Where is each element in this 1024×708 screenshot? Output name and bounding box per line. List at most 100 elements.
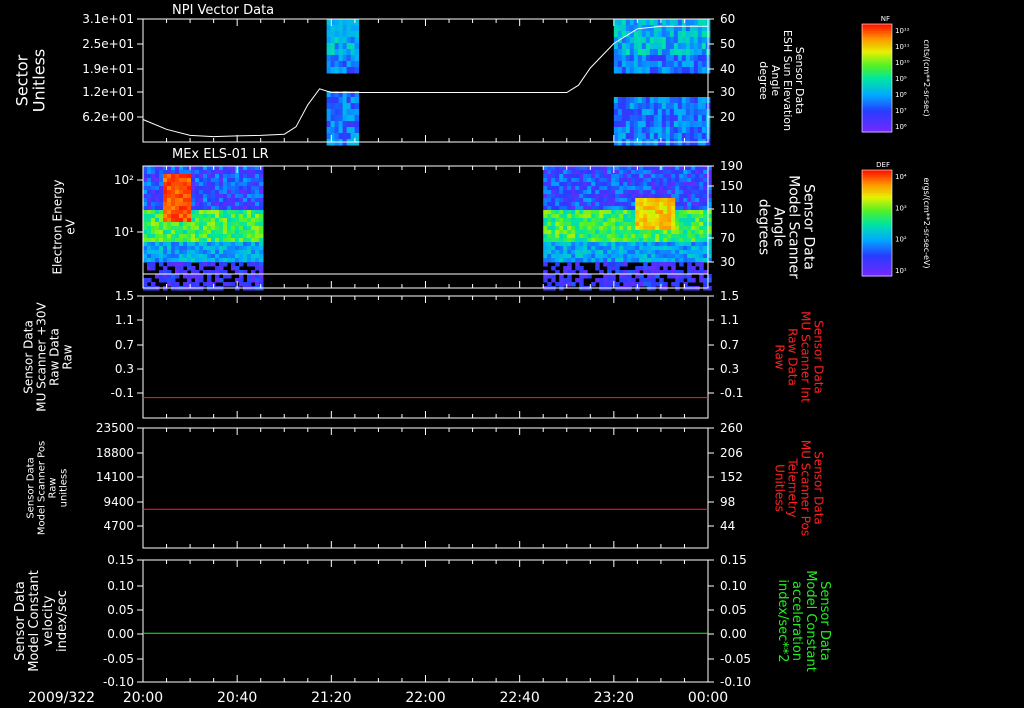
els-cell xyxy=(219,254,224,259)
els-cell xyxy=(187,250,192,255)
left-tick-label: -0.1 xyxy=(111,386,134,400)
npi-cell xyxy=(653,115,659,122)
els-cell xyxy=(567,282,572,287)
npi-cell xyxy=(689,97,695,104)
els-cell xyxy=(555,258,560,263)
npi-cell xyxy=(685,109,691,116)
els-cell xyxy=(235,190,240,195)
els-cell xyxy=(563,238,568,243)
els-cell xyxy=(695,190,700,195)
npi-cell xyxy=(645,109,651,116)
npi-cell xyxy=(673,37,679,44)
els-cell xyxy=(251,278,256,283)
els-cell xyxy=(175,218,180,223)
els-cell xyxy=(563,246,568,251)
npi-cell xyxy=(697,103,703,110)
els-cell xyxy=(675,234,680,239)
els-cell xyxy=(703,226,708,231)
npi-cell xyxy=(653,121,659,128)
npi-cell xyxy=(637,133,643,140)
els-cell xyxy=(603,226,608,231)
els-cell xyxy=(579,206,584,211)
els-cell xyxy=(695,170,700,175)
els-cell xyxy=(611,202,616,207)
els-cell xyxy=(591,178,596,183)
els-cell xyxy=(683,226,688,231)
els-cell xyxy=(251,202,256,207)
els-cell xyxy=(239,190,244,195)
els-cell xyxy=(163,186,168,191)
els-cell xyxy=(183,178,188,183)
els-cell xyxy=(651,254,656,259)
els-cell xyxy=(183,258,188,263)
els-cell xyxy=(555,202,560,207)
els-cell xyxy=(591,238,596,243)
els-cell xyxy=(143,210,148,215)
els-cell xyxy=(647,186,652,191)
els-cell xyxy=(183,202,188,207)
els-cell xyxy=(223,282,228,287)
npi-cell xyxy=(677,109,683,116)
els-cell xyxy=(551,242,556,247)
npi-cell xyxy=(681,103,687,110)
npi-cell xyxy=(354,67,360,74)
left-axis-label-line: velocity xyxy=(41,595,56,646)
els-cell xyxy=(175,182,180,187)
els-cell xyxy=(231,210,236,215)
npi-cell xyxy=(354,91,360,98)
npi-cell xyxy=(330,91,336,98)
npi-cell xyxy=(629,67,635,74)
els-cell xyxy=(607,178,612,183)
panel-mex-els: MEx ELS-01 LR 10²10¹ 1901501107030 Elect… xyxy=(51,147,817,291)
els-cell xyxy=(163,246,168,251)
left-tick-label: 9400 xyxy=(103,495,134,509)
els-cell xyxy=(551,218,556,223)
npi-cell xyxy=(649,115,655,122)
els-cell xyxy=(239,242,244,247)
els-cell xyxy=(251,258,256,263)
els-cell xyxy=(191,274,196,279)
els-cell xyxy=(599,210,604,215)
right-axis-label-line: MU Scanner Int xyxy=(799,311,813,403)
npi-cell xyxy=(350,61,356,68)
els-cell xyxy=(151,254,156,259)
npi-cell xyxy=(657,97,663,104)
els-cell xyxy=(247,246,252,251)
npi-cell xyxy=(350,49,356,56)
npi-cell xyxy=(338,121,344,128)
els-cell xyxy=(235,250,240,255)
els-cell xyxy=(231,218,236,223)
els-cell xyxy=(219,194,224,199)
els-cell xyxy=(171,166,176,171)
els-cell xyxy=(255,194,260,199)
els-cell xyxy=(175,238,180,243)
npi-cell xyxy=(338,67,344,74)
els-cell xyxy=(243,234,248,239)
els-cell xyxy=(595,218,600,223)
els-cell xyxy=(619,226,624,231)
els-cell xyxy=(147,218,152,223)
els-cell xyxy=(703,214,708,219)
els-cell xyxy=(215,174,220,179)
els-cell xyxy=(587,246,592,251)
els-cell xyxy=(191,238,196,243)
els-cell xyxy=(699,238,704,243)
els-cell xyxy=(247,226,252,231)
els-cell xyxy=(155,234,160,239)
els-cell xyxy=(687,274,692,279)
els-cell xyxy=(595,214,600,219)
els-cell xyxy=(695,174,700,179)
els-cell xyxy=(151,222,156,227)
npi-cell xyxy=(350,67,356,74)
npi-cell xyxy=(637,115,643,122)
els-cell xyxy=(555,262,560,267)
els-cell xyxy=(703,182,708,187)
els-cell xyxy=(639,278,644,283)
els-cell xyxy=(683,218,688,223)
npi-cell xyxy=(677,19,683,26)
els-cell xyxy=(163,190,168,195)
els-cell xyxy=(231,206,236,211)
els-cell xyxy=(159,274,164,279)
els-cell xyxy=(635,194,640,199)
els-cell xyxy=(547,274,552,279)
